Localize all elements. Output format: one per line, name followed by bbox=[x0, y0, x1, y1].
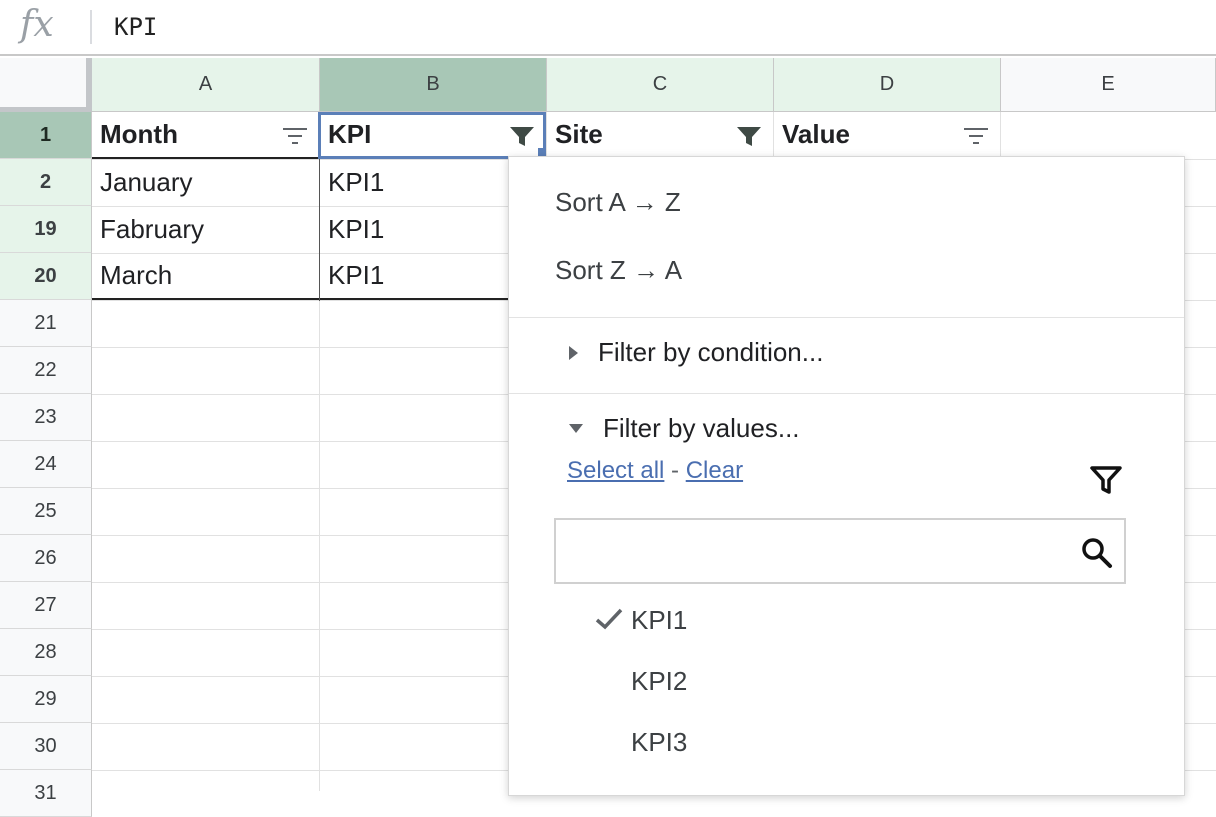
filter-lines-icon[interactable] bbox=[962, 124, 990, 148]
filter-by-values-label: Filter by values... bbox=[603, 413, 800, 443]
column-header-d[interactable]: D bbox=[774, 58, 1001, 112]
value-option-kpi1[interactable]: KPI1 bbox=[631, 605, 687, 636]
row-header-26[interactable]: 26 bbox=[0, 535, 92, 582]
filter-menu: Sort A → Z Sort Z → A Filter by conditio… bbox=[508, 156, 1185, 796]
row-header-27[interactable]: 27 bbox=[0, 582, 92, 629]
search-icon bbox=[1082, 538, 1112, 568]
collapse-triangle-icon bbox=[569, 424, 583, 433]
row-header-1[interactable]: 1 bbox=[0, 112, 92, 159]
select-all-corner[interactable] bbox=[0, 58, 92, 112]
value-option-kpi2[interactable]: KPI2 bbox=[631, 666, 687, 697]
menu-divider bbox=[509, 317, 1184, 318]
column-header-c[interactable]: C bbox=[547, 58, 774, 112]
column-header-a[interactable]: A bbox=[92, 58, 320, 112]
fill-handle[interactable] bbox=[538, 148, 546, 156]
filter-lines-icon[interactable] bbox=[281, 124, 309, 148]
column-header-b[interactable]: B bbox=[320, 58, 547, 112]
column-header-e[interactable]: E bbox=[1001, 58, 1216, 112]
filter-funnel-icon[interactable] bbox=[735, 124, 763, 148]
row-header-29[interactable]: 29 bbox=[0, 676, 92, 723]
sort-a-z-option[interactable]: Sort A → Z bbox=[555, 187, 681, 218]
fx-icon: fx bbox=[20, 4, 54, 45]
checkmark-icon bbox=[595, 608, 623, 630]
values-search-input[interactable] bbox=[554, 518, 1126, 584]
cell-a19[interactable]: Fabruary bbox=[92, 206, 320, 253]
select-links: Select all - Clear bbox=[567, 457, 743, 485]
row-header-24[interactable]: 24 bbox=[0, 441, 92, 488]
row-header-31[interactable]: 31 bbox=[0, 770, 92, 817]
filter-by-condition-label: Filter by condition... bbox=[598, 337, 824, 367]
formula-bar-divider bbox=[90, 10, 92, 44]
filter-by-condition-toggle[interactable]: Filter by condition... bbox=[569, 337, 823, 368]
expand-triangle-icon bbox=[569, 345, 578, 360]
row-header-21[interactable]: 21 bbox=[0, 300, 92, 347]
cell-a2[interactable]: January bbox=[92, 159, 320, 206]
formula-input[interactable]: KPI bbox=[114, 13, 157, 41]
filter-funnel-icon bbox=[1090, 466, 1122, 494]
header-value: Value bbox=[782, 119, 850, 149]
clear-link[interactable]: Clear bbox=[686, 457, 743, 484]
active-cell-selection bbox=[318, 112, 546, 159]
row-header-2[interactable]: 2 bbox=[0, 159, 92, 206]
cell-a20[interactable]: March bbox=[92, 253, 320, 300]
formula-bar: fx KPI bbox=[0, 0, 1216, 56]
header-month: Month bbox=[100, 119, 178, 149]
value-option-kpi3[interactable]: KPI3 bbox=[631, 727, 687, 758]
header-site: Site bbox=[555, 119, 603, 149]
row-header-23[interactable]: 23 bbox=[0, 394, 92, 441]
menu-divider bbox=[509, 393, 1184, 394]
select-all-link[interactable]: Select all bbox=[567, 457, 664, 484]
row-header-25[interactable]: 25 bbox=[0, 488, 92, 535]
row-header-30[interactable]: 30 bbox=[0, 723, 92, 770]
row-header-19[interactable]: 19 bbox=[0, 206, 92, 253]
filter-by-values-toggle[interactable]: Filter by values... bbox=[569, 413, 800, 444]
row-header-28[interactable]: 28 bbox=[0, 629, 92, 676]
row-header-20[interactable]: 20 bbox=[0, 253, 92, 300]
sort-z-a-option[interactable]: Sort Z → A bbox=[555, 255, 682, 286]
link-separator: - bbox=[664, 457, 686, 484]
row-header-22[interactable]: 22 bbox=[0, 347, 92, 394]
